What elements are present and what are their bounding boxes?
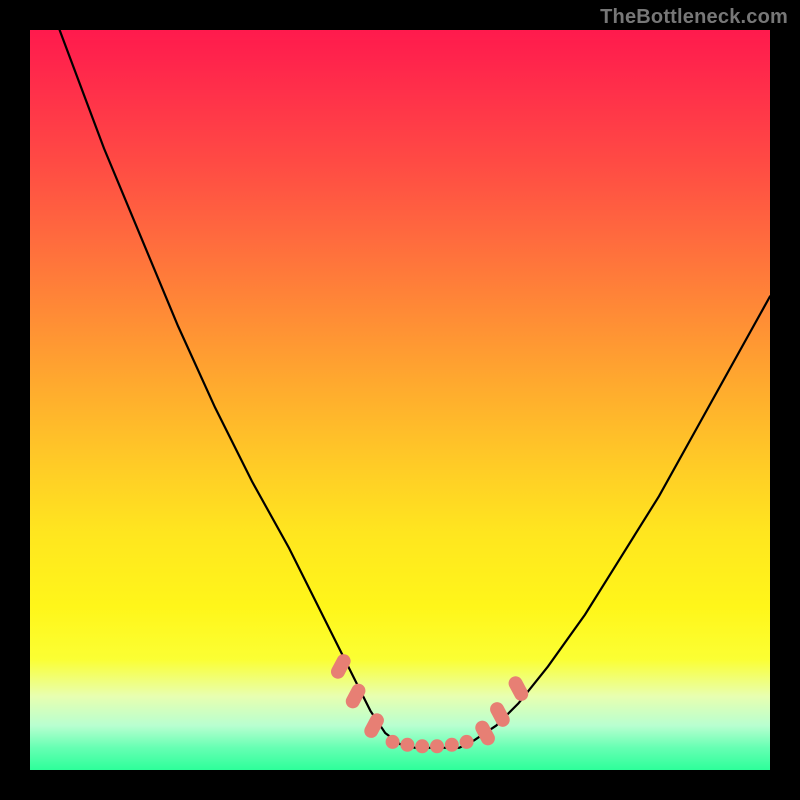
marker-capsule (506, 674, 531, 704)
marker-dot (430, 739, 444, 753)
watermark-text: TheBottleneck.com (600, 6, 788, 29)
threshold-markers-group (329, 652, 531, 754)
marker-dot (400, 738, 414, 752)
chart-svg (30, 30, 770, 770)
marker-dot (460, 735, 474, 749)
marker-capsule (473, 718, 498, 748)
marker-capsule (362, 711, 387, 741)
marker-dot (386, 735, 400, 749)
chart-plot-area (30, 30, 770, 770)
outer-frame: TheBottleneck.com (0, 0, 800, 800)
marker-dot (415, 739, 429, 753)
bottleneck-curve-line (60, 30, 770, 748)
marker-dot (445, 738, 459, 752)
